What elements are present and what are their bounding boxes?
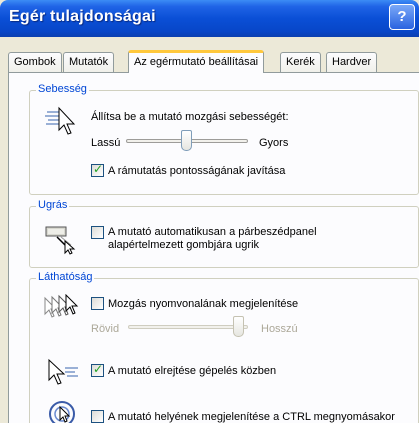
ctrl-locate-checkbox[interactable] — [91, 410, 104, 423]
tab-strip: Gombok Mutatók Az egérmutató beállításai… — [8, 50, 419, 73]
fast-label: Gyors — [259, 137, 289, 149]
tab-panel: Sebesség Állítsa be a mutató mozgási seb… — [8, 72, 419, 423]
trails-slider-track[interactable] — [128, 325, 248, 329]
speed-group-label: Sebesség — [36, 83, 89, 95]
tab-hardware[interactable]: Hardver — [326, 52, 378, 72]
pointer-trails-icon — [44, 294, 79, 318]
help-button[interactable]: ? — [389, 4, 415, 30]
window-title: Egér tulajdonságai — [9, 8, 156, 25]
slow-label: Lassú — [91, 137, 121, 149]
precision-checkbox[interactable]: ✓ — [91, 162, 104, 177]
ctrl-locate-label[interactable]: A mutató helyének megjelenítése a CTRL m… — [108, 411, 395, 423]
hide-pointer-checkbox[interactable]: ✓ — [91, 362, 104, 377]
trails-slider-thumb[interactable] — [233, 316, 244, 337]
tab-wheel[interactable]: Kerék — [280, 52, 321, 72]
hide-pointer-label[interactable]: A mutató elrejtése gépelés közben — [108, 365, 276, 377]
short-label: Rövid — [91, 323, 120, 335]
tab-pointer-options[interactable]: Az egérmutató beállításai — [128, 50, 265, 73]
check-mark-icon: ✓ — [93, 362, 104, 376]
speed-slider-thumb[interactable] — [181, 130, 192, 151]
trails-label[interactable]: Mozgás nyomvonalának megjelenítése — [108, 298, 298, 310]
trails-checkbox[interactable] — [91, 297, 104, 310]
snap-label-line2[interactable]: alapértelmezett gombjára ugrik — [108, 239, 259, 251]
long-label: Hosszú — [261, 323, 298, 335]
hide-pointer-icon — [48, 358, 78, 385]
pointer-speed-icon — [45, 106, 76, 135]
ctrl-locate-icon — [49, 401, 75, 423]
speed-instruction: Állítsa be a mutató mozgási sebességét: — [91, 111, 289, 123]
visibility-group-label: Láthatóság — [36, 271, 95, 283]
tab-pointers[interactable]: Mutatók — [63, 52, 115, 72]
snap-group-label: Ugrás — [36, 199, 70, 211]
title-bar[interactable]: Egér tulajdonságai ? — [0, 0, 419, 37]
precision-label[interactable]: A rámutatás pontosságának javítása — [108, 165, 285, 177]
snap-label-line1[interactable]: A mutató automatikusan a párbeszédpanel — [108, 226, 317, 238]
check-mark-icon: ✓ — [93, 162, 104, 176]
tab-buttons[interactable]: Gombok — [8, 52, 62, 72]
snap-checkbox[interactable] — [91, 226, 104, 239]
snap-to-icon — [45, 226, 76, 255]
